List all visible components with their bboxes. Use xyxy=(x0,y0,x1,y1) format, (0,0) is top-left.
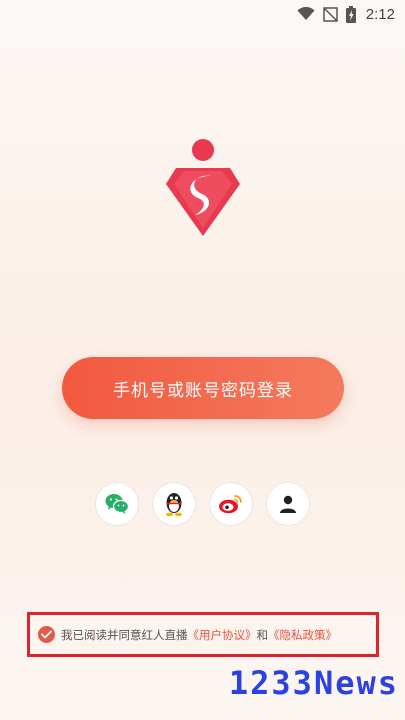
qq-login-button[interactable] xyxy=(152,482,196,526)
agreement-conjunction: 和 xyxy=(256,627,269,642)
qq-penguin-icon xyxy=(165,493,183,517)
battery-icon xyxy=(345,5,356,23)
status-time: 2:12 xyxy=(365,5,395,23)
agreement-checkbox[interactable] xyxy=(38,626,55,643)
status-icons: 2:12 xyxy=(297,4,395,24)
wifi-icon xyxy=(297,7,315,21)
person-icon xyxy=(280,495,296,513)
agreement-text: 我已阅读并同意红人直播《用户协议》和《隐私政策》 xyxy=(61,627,337,643)
no-signal-icon xyxy=(323,6,338,22)
checkmark-icon xyxy=(41,630,52,639)
status-bar: 2:12 xyxy=(0,0,405,30)
guest-login-button[interactable] xyxy=(266,482,310,526)
agreement-row: 我已阅读并同意红人直播《用户协议》和《隐私政策》 xyxy=(27,612,379,657)
agreement-prefix: 我已阅读并同意红人直播 xyxy=(61,627,188,642)
wechat-login-button[interactable] xyxy=(95,482,139,526)
phone-account-login-button[interactable]: 手机号或账号密码登录 xyxy=(62,357,344,419)
user-agreement-link[interactable]: 《用户协议》 xyxy=(188,628,257,642)
watermark: 1233News xyxy=(228,664,399,702)
privacy-policy-link[interactable]: 《隐私政策》 xyxy=(268,628,337,642)
diamond-s-logo-icon xyxy=(166,139,240,236)
app-logo xyxy=(164,138,242,238)
weibo-login-button[interactable] xyxy=(209,482,253,526)
social-login-row xyxy=(95,482,310,526)
wechat-icon xyxy=(105,494,129,514)
weibo-icon xyxy=(219,495,242,514)
